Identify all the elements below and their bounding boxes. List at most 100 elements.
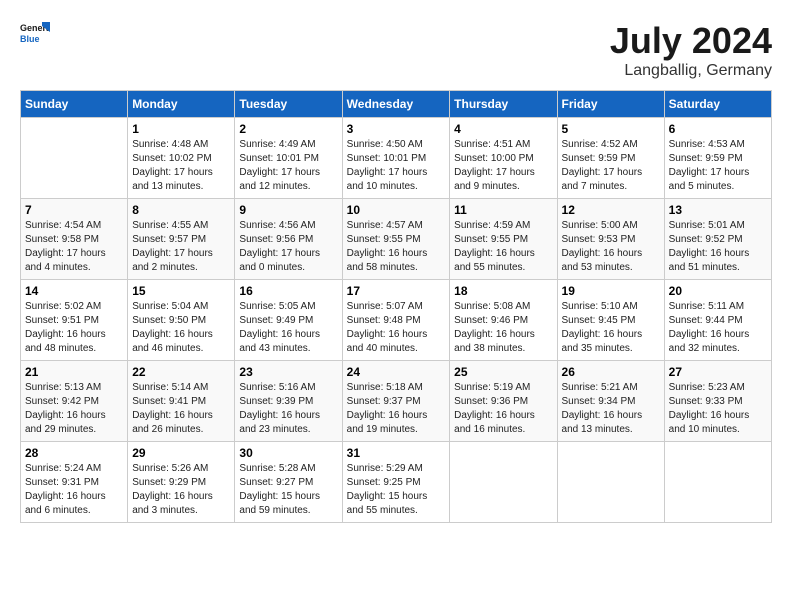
day-number: 17: [347, 284, 446, 298]
calendar-table: SundayMondayTuesdayWednesdayThursdayFrid…: [20, 90, 772, 523]
day-info: Sunrise: 5:13 AM Sunset: 9:42 PM Dayligh…: [25, 381, 123, 437]
calendar-cell: 4 Sunrise: 4:51 AM Sunset: 10:00 PM Dayli…: [450, 118, 557, 199]
calendar-cell: 24 Sunrise: 5:18 AM Sunset: 9:37 PM Dayli…: [342, 361, 450, 442]
day-info: Sunrise: 5:07 AM Sunset: 9:48 PM Dayligh…: [347, 300, 446, 356]
calendar-cell: [557, 442, 664, 523]
calendar-cell: 14Sunrise: 5:02 AM Sunset: 9:51 PM Dayli…: [21, 280, 128, 361]
week-row-1: 7 Sunrise: 4:54 AM Sunset: 9:58 PM Daylig…: [21, 199, 772, 280]
day-number: 30: [239, 446, 337, 460]
day-number: 25: [454, 365, 552, 379]
day-number: 11: [454, 203, 552, 217]
calendar-cell: 21 Sunrise: 5:13 AM Sunset: 9:42 PM Dayli…: [21, 361, 128, 442]
day-number: 27: [669, 365, 767, 379]
day-number: 9: [239, 203, 337, 217]
day-info: Sunrise: 5:18 AM Sunset: 9:37 PM Dayligh…: [347, 381, 446, 437]
day-info: Sunrise: 5:11 AM Sunset: 9:44 PM Dayligh…: [669, 300, 767, 356]
calendar-cell: 3 Sunrise: 4:50 AM Sunset: 10:01 PM Dayli…: [342, 118, 450, 199]
day-number: 18: [454, 284, 552, 298]
calendar-cell: 6 Sunrise: 4:53 AM Sunset: 9:59 PM Daylig…: [664, 118, 771, 199]
day-info: Sunrise: 5:14 AM Sunset: 9:41 PM Dayligh…: [132, 381, 230, 437]
calendar-cell: [21, 118, 128, 199]
calendar-cell: 31Sunrise: 5:29 AM Sunset: 9:25 PM Dayli…: [342, 442, 450, 523]
day-info: Sunrise: 5:23 AM Sunset: 9:33 PM Dayligh…: [669, 381, 767, 437]
weekday-header-saturday: Saturday: [664, 91, 771, 118]
day-number: 10: [347, 203, 446, 217]
day-number: 19: [562, 284, 660, 298]
calendar-cell: 1Sunrise: 4:48 AM Sunset: 10:02 PM Dayli…: [128, 118, 235, 199]
weekday-header-thursday: Thursday: [450, 91, 557, 118]
day-info: Sunrise: 4:53 AM Sunset: 9:59 PM Dayligh…: [669, 138, 767, 194]
day-number: 12: [562, 203, 660, 217]
calendar-cell: 22 Sunrise: 5:14 AM Sunset: 9:41 PM Dayli…: [128, 361, 235, 442]
day-info: Sunrise: 5:16 AM Sunset: 9:39 PM Dayligh…: [239, 381, 337, 437]
day-number: 21: [25, 365, 123, 379]
weekday-header-tuesday: Tuesday: [235, 91, 342, 118]
calendar-cell: 12 Sunrise: 5:00 AM Sunset: 9:53 PM Dayli…: [557, 199, 664, 280]
day-info: Sunrise: 5:21 AM Sunset: 9:34 PM Dayligh…: [562, 381, 660, 437]
weekday-header-friday: Friday: [557, 91, 664, 118]
weekday-header-sunday: Sunday: [21, 91, 128, 118]
calendar-cell: 23 Sunrise: 5:16 AM Sunset: 9:39 PM Dayli…: [235, 361, 342, 442]
day-number: 16: [239, 284, 337, 298]
day-info: Sunrise: 5:19 AM Sunset: 9:36 PM Dayligh…: [454, 381, 552, 437]
day-number: 26: [562, 365, 660, 379]
calendar-cell: 28Sunrise: 5:24 AM Sunset: 9:31 PM Dayli…: [21, 442, 128, 523]
weekday-header-wednesday: Wednesday: [342, 91, 450, 118]
day-number: 6: [669, 122, 767, 136]
calendar-cell: 18 Sunrise: 5:08 AM Sunset: 9:46 PM Dayli…: [450, 280, 557, 361]
calendar-cell: 26 Sunrise: 5:21 AM Sunset: 9:34 PM Dayli…: [557, 361, 664, 442]
day-info: Sunrise: 5:10 AM Sunset: 9:45 PM Dayligh…: [562, 300, 660, 356]
calendar-body: 1Sunrise: 4:48 AM Sunset: 10:02 PM Dayli…: [21, 118, 772, 523]
calendar-cell: 9 Sunrise: 4:56 AM Sunset: 9:56 PM Daylig…: [235, 199, 342, 280]
day-number: 5: [562, 122, 660, 136]
day-info: Sunrise: 4:55 AM Sunset: 9:57 PM Dayligh…: [132, 219, 230, 275]
day-info: Sunrise: 4:51 AM Sunset: 10:00 PM Daylig…: [454, 138, 552, 194]
calendar-cell: 5 Sunrise: 4:52 AM Sunset: 9:59 PM Daylig…: [557, 118, 664, 199]
day-number: 23: [239, 365, 337, 379]
day-info: Sunrise: 5:00 AM Sunset: 9:53 PM Dayligh…: [562, 219, 660, 275]
day-info: Sunrise: 5:26 AM Sunset: 9:29 PM Dayligh…: [132, 462, 230, 518]
calendar-cell: [664, 442, 771, 523]
calendar-cell: 20 Sunrise: 5:11 AM Sunset: 9:44 PM Dayli…: [664, 280, 771, 361]
day-info: Sunrise: 4:50 AM Sunset: 10:01 PM Daylig…: [347, 138, 446, 194]
day-info: Sunrise: 4:56 AM Sunset: 9:56 PM Dayligh…: [239, 219, 337, 275]
calendar-cell: 13Sunrise: 5:01 AM Sunset: 9:52 PM Dayli…: [664, 199, 771, 280]
calendar-cell: [450, 442, 557, 523]
calendar-cell: 8 Sunrise: 4:55 AM Sunset: 9:57 PM Daylig…: [128, 199, 235, 280]
day-number: 24: [347, 365, 446, 379]
day-info: Sunrise: 5:24 AM Sunset: 9:31 PM Dayligh…: [25, 462, 123, 518]
week-row-3: 21 Sunrise: 5:13 AM Sunset: 9:42 PM Dayli…: [21, 361, 772, 442]
day-info: Sunrise: 5:04 AM Sunset: 9:50 PM Dayligh…: [132, 300, 230, 356]
day-info: Sunrise: 4:52 AM Sunset: 9:59 PM Dayligh…: [562, 138, 660, 194]
day-info: Sunrise: 5:01 AM Sunset: 9:52 PM Dayligh…: [669, 219, 767, 275]
day-info: Sunrise: 4:54 AM Sunset: 9:58 PM Dayligh…: [25, 219, 123, 275]
day-number: 8: [132, 203, 230, 217]
calendar-cell: 2Sunrise: 4:49 AM Sunset: 10:01 PM Dayli…: [235, 118, 342, 199]
day-number: 3: [347, 122, 446, 136]
location-subtitle: Langballig, Germany: [610, 62, 772, 80]
calendar-cell: 15Sunrise: 5:04 AM Sunset: 9:50 PM Dayli…: [128, 280, 235, 361]
title-section: July 2024 Langballig, Germany: [610, 20, 772, 80]
day-info: Sunrise: 4:48 AM Sunset: 10:02 PM Daylig…: [132, 138, 230, 194]
day-info: Sunrise: 4:59 AM Sunset: 9:55 PM Dayligh…: [454, 219, 552, 275]
calendar-cell: 25 Sunrise: 5:19 AM Sunset: 9:36 PM Dayli…: [450, 361, 557, 442]
day-info: Sunrise: 5:05 AM Sunset: 9:49 PM Dayligh…: [239, 300, 337, 356]
day-number: 7: [25, 203, 123, 217]
svg-text:Blue: Blue: [20, 34, 40, 44]
calendar-cell: 16 Sunrise: 5:05 AM Sunset: 9:49 PM Dayli…: [235, 280, 342, 361]
calendar-cell: 27 Sunrise: 5:23 AM Sunset: 9:33 PM Dayli…: [664, 361, 771, 442]
calendar-cell: 11 Sunrise: 4:59 AM Sunset: 9:55 PM Dayli…: [450, 199, 557, 280]
day-number: 22: [132, 365, 230, 379]
week-row-4: 28Sunrise: 5:24 AM Sunset: 9:31 PM Dayli…: [21, 442, 772, 523]
day-number: 20: [669, 284, 767, 298]
week-row-2: 14Sunrise: 5:02 AM Sunset: 9:51 PM Dayli…: [21, 280, 772, 361]
day-number: 29: [132, 446, 230, 460]
page-header: General Blue July 2024 Langballig, Germa…: [20, 20, 772, 80]
month-title: July 2024: [610, 20, 772, 62]
calendar-cell: 29 Sunrise: 5:26 AM Sunset: 9:29 PM Dayli…: [128, 442, 235, 523]
day-info: Sunrise: 5:29 AM Sunset: 9:25 PM Dayligh…: [347, 462, 446, 518]
day-info: Sunrise: 5:08 AM Sunset: 9:46 PM Dayligh…: [454, 300, 552, 356]
calendar-cell: 10Sunrise: 4:57 AM Sunset: 9:55 PM Dayli…: [342, 199, 450, 280]
day-number: 4: [454, 122, 552, 136]
day-number: 2: [239, 122, 337, 136]
